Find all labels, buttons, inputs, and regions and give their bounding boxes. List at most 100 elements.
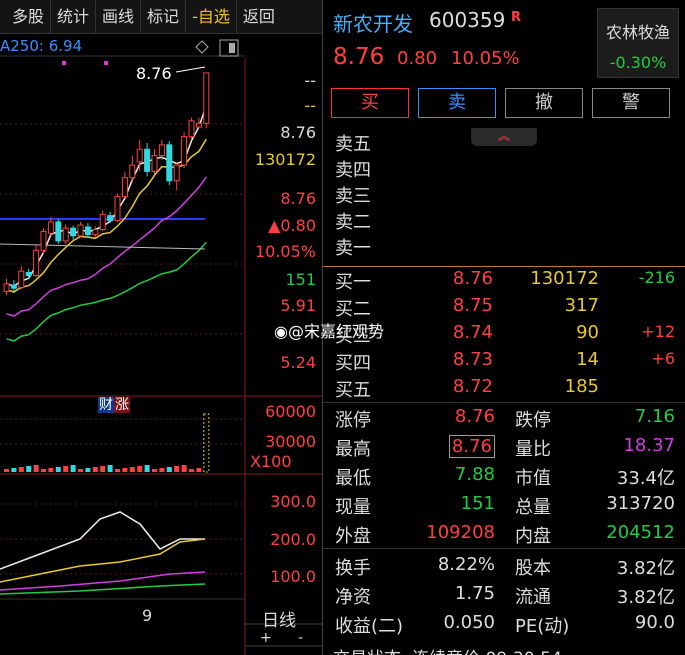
ask-level-3[interactable]: 卖三 <box>323 182 685 208</box>
stock-name: 新农开发 <box>333 12 413 36</box>
volume-axis-label: 30000 <box>265 432 316 451</box>
zoom-out-button[interactable]: - <box>298 630 303 646</box>
candle-body <box>121 177 128 198</box>
level-volume: 90 <box>576 322 599 343</box>
buy-button[interactable]: 买 <box>331 88 409 118</box>
stat-label: 现量 <box>335 497 371 518</box>
stat-value: 204512 <box>606 522 675 543</box>
ask-level-4[interactable]: 卖二 <box>323 208 685 234</box>
volume-bar <box>63 466 69 472</box>
candle-body <box>62 227 69 242</box>
stat-total-volume: 总量 313720 <box>515 493 675 519</box>
stat-label: 量比 <box>515 439 551 460</box>
ask-level-5[interactable]: 卖一 <box>323 234 685 260</box>
ma250-label: A250: 6.94 <box>0 37 83 55</box>
bid-level-1[interactable]: 买一 8.76 130172 -216 <box>323 268 685 294</box>
volume-bar <box>11 468 17 472</box>
volume-bar <box>189 469 194 472</box>
volume-bar <box>100 466 106 472</box>
toolbar-statistics[interactable]: 统计 <box>51 0 97 34</box>
stat-value: 3.82亿 <box>616 558 675 579</box>
date-tick: 9 <box>142 606 153 625</box>
level-price: 8.75 <box>452 295 493 316</box>
ask-level-2[interactable]: 卖四 <box>323 156 685 182</box>
stat-label: 净资 <box>335 587 371 608</box>
bid-level-4[interactable]: 买四 8.73 14 +6 <box>323 349 685 375</box>
candle-body <box>99 213 106 230</box>
volume-bar <box>70 465 76 472</box>
volume-bar-group <box>4 413 210 473</box>
stat-volume-ratio: 量比 18.37 <box>515 435 675 461</box>
zoom-in-button[interactable]: + <box>260 630 272 646</box>
stat-net-assets: 净资 1.75 <box>335 583 495 609</box>
sector-card[interactable]: 农林牧渔 -0.30% <box>597 8 679 78</box>
stat-high: 最高 8.76 <box>335 435 495 461</box>
candle-body <box>92 228 99 236</box>
volume-bar <box>152 469 157 472</box>
candle-body <box>40 230 47 251</box>
stat-value: 151 <box>460 493 495 514</box>
volume-bar <box>181 465 187 472</box>
watermark-text: @宋嘉红观势 <box>287 322 384 341</box>
candle-body <box>55 221 62 242</box>
price-alert-button[interactable]: 警 <box>592 88 670 118</box>
candle-body <box>84 226 91 236</box>
level-volume: 14 <box>576 349 599 370</box>
level-price: 8.76 <box>452 268 493 289</box>
volume-bar <box>166 467 172 472</box>
current-price: 8.76 <box>333 44 385 70</box>
price-axis-label: -- <box>304 96 316 115</box>
stat-market-cap: 市值 33.4亿 <box>515 464 675 490</box>
candle-body <box>70 227 77 237</box>
candle-body <box>151 155 158 172</box>
stat-label: PE(动) <box>515 616 570 637</box>
sell-button[interactable]: 卖 <box>418 88 496 118</box>
diamond-icon[interactable] <box>195 40 209 54</box>
stat-value: 109208 <box>426 522 495 543</box>
price-axis-label: 8.76 <box>280 189 316 208</box>
price-axis-label: ▲0.80 <box>268 216 316 235</box>
toolbar-multi-stock[interactable]: 多股 <box>0 0 52 34</box>
level-delta: +6 <box>651 349 675 368</box>
indicator-axis-label: 100.0 <box>270 567 316 586</box>
candle-body <box>188 120 195 138</box>
volume-bar <box>107 465 113 472</box>
stat-value: 8.76 <box>448 435 495 458</box>
candle-body <box>144 148 151 172</box>
cancel-order-button[interactable]: 撤 <box>505 88 583 118</box>
stat-label: 最高 <box>335 439 371 460</box>
bid-level-5[interactable]: 买五 8.72 185 <box>323 376 685 402</box>
stat-label: 市值 <box>515 468 551 489</box>
level-volume: 185 <box>564 376 599 397</box>
volume-axis-label: 60000 <box>265 402 316 421</box>
stat-turnover: 换手 8.22% <box>335 554 495 580</box>
stat-value: 18.37 <box>623 435 675 456</box>
toolbar-back[interactable]: 返回 <box>237 0 281 34</box>
stat-share-capital: 股本 3.82亿 <box>515 554 675 580</box>
indicator-purple-line <box>0 571 206 591</box>
level-label: 卖四 <box>335 160 371 181</box>
price-axis-label: 130172 <box>254 150 316 169</box>
ask-level-1[interactable]: 卖五 <box>323 130 685 156</box>
toolbar-draw-line[interactable]: 画线 <box>96 0 142 34</box>
event-marker <box>62 61 66 65</box>
level-label: 买四 <box>335 353 371 374</box>
toolbar-remove-watchlist[interactable]: -自选 <box>186 0 237 34</box>
candle-body <box>47 221 54 234</box>
volume-bar <box>18 467 24 472</box>
stat-limit-up: 涨停 8.76 <box>335 406 495 432</box>
stat-value: 313720 <box>606 493 675 514</box>
volume-bar <box>174 466 180 472</box>
toolbar-mark[interactable]: 标记 <box>141 0 187 34</box>
stat-value: 90.0 <box>634 612 675 633</box>
candle-body <box>77 224 84 237</box>
chart-toolbar: 多股 统计 画线 标记 -自选 返回 <box>0 0 322 34</box>
level-volume: 317 <box>564 295 599 316</box>
period-label[interactable]: 日线 <box>262 606 296 631</box>
stat-inner-volume: 内盘 204512 <box>515 522 675 548</box>
financial-report-badge[interactable]: 财涨 <box>98 394 130 414</box>
kline-chart-area[interactable]: A250: 6.94 8.76 -- -- 8.76 130172 8.76 ▲0.80 1… <box>0 34 322 655</box>
stat-label: 跌停 <box>515 410 551 431</box>
volume-bar <box>137 466 143 472</box>
stat-eps: 收益(二) 0.050 <box>335 612 495 638</box>
